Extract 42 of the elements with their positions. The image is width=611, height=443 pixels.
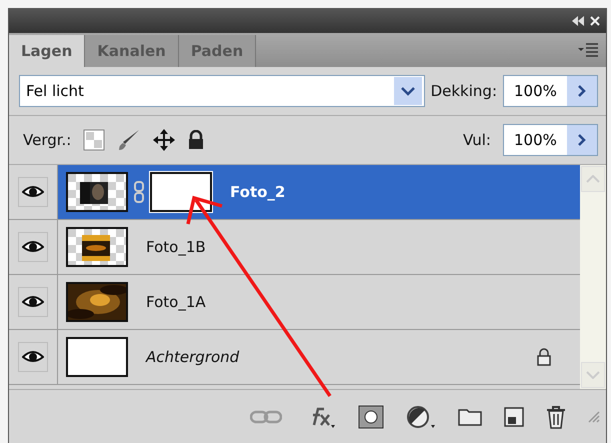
fill-field[interactable]: 100% [503, 124, 598, 156]
checker-icon[interactable] [83, 129, 106, 151]
layer-name: Foto_1B [146, 238, 206, 256]
layer-thumbnail [66, 337, 128, 377]
visibility-toggle[interactable] [18, 177, 48, 207]
chevron-down-icon [400, 86, 415, 96]
blend-mode-dropdown[interactable]: Fel licht [19, 75, 425, 107]
opacity-label: Dekking: [430, 82, 497, 100]
visibility-toggle[interactable] [18, 232, 48, 262]
eye-icon [22, 350, 44, 364]
close-icon[interactable] [590, 16, 600, 26]
layer-name: Foto_2 [230, 183, 286, 201]
eye-icon [22, 185, 44, 199]
layer-row[interactable]: Achtergrond [58, 330, 580, 384]
folder-icon[interactable] [458, 408, 482, 426]
menu-icon[interactable] [578, 43, 598, 57]
chain-link-icon[interactable] [134, 181, 144, 203]
mask-thumbnail[interactable] [150, 172, 212, 212]
fill-label: Vul: [463, 131, 491, 149]
layer-row[interactable]: Foto_1A [58, 275, 580, 329]
brush-icon[interactable] [117, 128, 142, 152]
collapse-icon[interactable] [572, 16, 584, 26]
layer-name: Foto_1A [146, 293, 206, 311]
lock-label: Vergr.: [23, 131, 72, 149]
trash-icon[interactable] [546, 404, 566, 428]
visibility-toggle[interactable] [18, 342, 48, 372]
tab[interactable]: Lagen [9, 35, 86, 67]
layer-name: Achtergrond [146, 348, 240, 366]
arrow-right-icon [578, 85, 586, 97]
eye-icon [22, 240, 44, 254]
resize-grip-icon[interactable] [588, 410, 600, 422]
new-layer-icon[interactable] [504, 406, 524, 426]
layer-row[interactable]: Foto_2 [58, 165, 580, 219]
eye-icon [22, 295, 44, 309]
opacity-field[interactable]: 100% [503, 75, 598, 107]
move-icon[interactable] [153, 129, 176, 151]
adjustment-icon[interactable] [406, 404, 436, 428]
lock-icon[interactable] [187, 130, 206, 150]
layer-row[interactable]: Foto_1B [58, 220, 580, 274]
visibility-toggle[interactable] [18, 287, 48, 317]
arrow-right-icon [578, 134, 586, 146]
mask-icon[interactable] [358, 404, 384, 428]
